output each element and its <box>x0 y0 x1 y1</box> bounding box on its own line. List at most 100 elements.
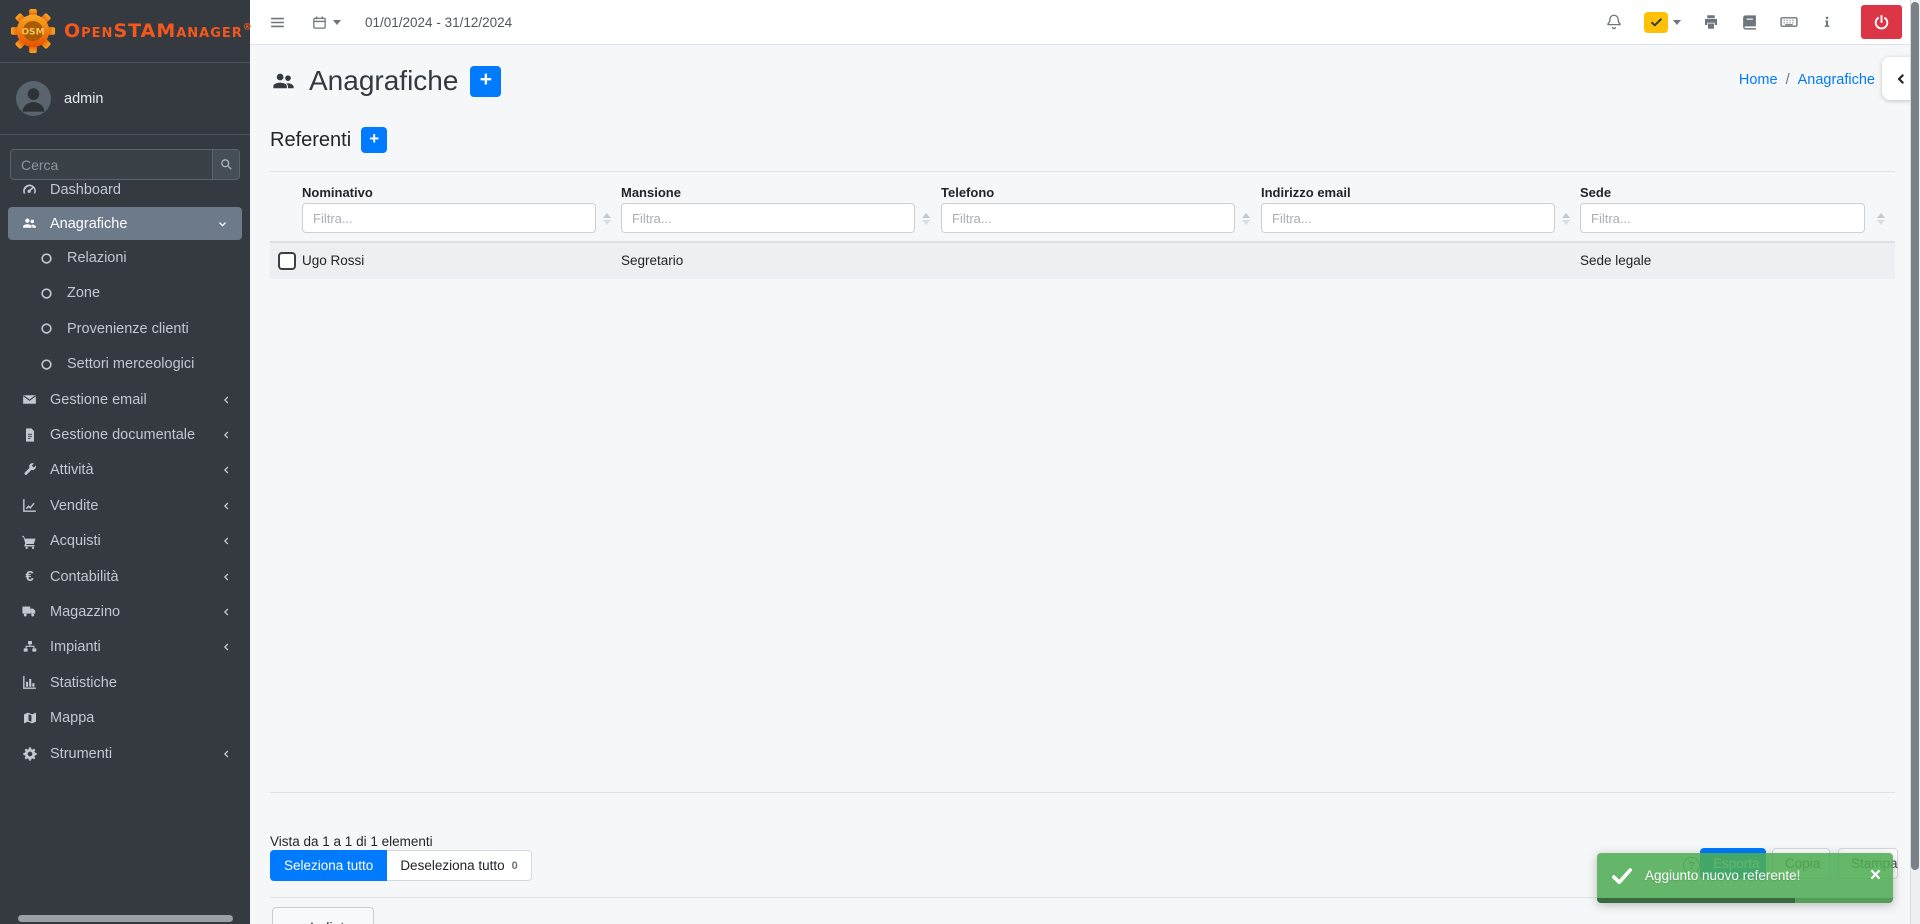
search-icon <box>219 157 234 172</box>
sidebar-item-label: Acquisti <box>50 533 101 550</box>
column-header-label[interactable]: Sede <box>1580 185 1895 200</box>
checkmark-icon <box>1609 863 1635 889</box>
filter-sede-input[interactable] <box>1580 203 1865 233</box>
column-header-label[interactable]: Nominativo <box>302 185 621 200</box>
sidebar-item-gestione-documentale[interactable]: Gestione documentale <box>0 417 250 452</box>
chevron-left-icon <box>217 747 236 760</box>
sidebar-item-label: Gestione email <box>50 391 147 408</box>
sidebar-item-anagrafiche[interactable]: Anagrafiche <box>8 207 242 241</box>
sidebar-item-mappa[interactable]: Mappa <box>0 700 250 735</box>
success-toast: Aggiunto nuovo referente! × <box>1597 853 1893 903</box>
column-header-label[interactable]: Telefono <box>941 185 1260 200</box>
add-referente-button[interactable] <box>361 127 388 153</box>
sidebar-item-vendite[interactable]: Vendite <box>0 488 250 523</box>
sidebar-horizontal-scrollbar-thumb[interactable] <box>18 915 233 922</box>
breadcrumb-current-link[interactable]: Anagrafiche <box>1798 72 1875 88</box>
filter-nominativo-input[interactable] <box>302 203 596 233</box>
print-button[interactable] <box>1702 13 1720 31</box>
calendar-icon <box>311 14 328 31</box>
toast-close-button[interactable]: × <box>1870 866 1881 885</box>
sort-toggle[interactable] <box>1562 213 1570 225</box>
cell-nominativo: Ugo Rossi <box>302 253 365 268</box>
docs-button[interactable] <box>1741 14 1758 31</box>
sidebar-item-acquisti[interactable]: Acquisti <box>0 524 250 559</box>
svg-text:OSM: OSM <box>21 27 44 37</box>
date-range[interactable]: 01/01/2024 - 31/12/2024 <box>365 15 512 30</box>
deselected-count-badge: 0 <box>511 859 518 872</box>
select-all-button[interactable]: Seleziona tutto <box>270 850 388 881</box>
calendar-dropdown-button[interactable] <box>311 14 341 31</box>
users-icon <box>270 68 297 95</box>
user-name[interactable]: admin <box>64 91 104 107</box>
sidebar-item-settori-merceologici[interactable]: Settori merceologici <box>0 347 250 382</box>
sidebar-item-dashboard[interactable]: Dashboard <box>0 172 250 207</box>
sidebar-item-statistiche[interactable]: Statistiche <box>0 665 250 700</box>
chevron-left-icon <box>217 393 236 406</box>
sidebar-item-label: Vendite <box>50 497 99 514</box>
table-row[interactable]: Ugo Rossi Segretario Sede legale <box>270 243 1895 279</box>
toast-message: Aggiunto nuovo referente! <box>1645 868 1801 883</box>
page-scrollbar-track <box>1910 0 1920 924</box>
sidebar-item-gestione-email[interactable]: Gestione email <box>0 382 250 417</box>
toast-progress-track <box>1597 898 1893 903</box>
page-title: Anagrafiche <box>309 65 459 96</box>
column-sede: Sede <box>1580 185 1895 233</box>
column-indirizzo-email: Indirizzo email <box>1261 185 1580 233</box>
book-icon <box>1741 14 1758 31</box>
info-button[interactable] <box>1820 14 1834 30</box>
sort-toggle[interactable] <box>1242 213 1250 225</box>
circle-icon <box>37 286 56 301</box>
sort-toggle[interactable] <box>603 213 611 225</box>
row-checkbox[interactable] <box>278 252 296 270</box>
column-header-label[interactable]: Mansione <box>621 185 940 200</box>
osm-gear-logo-icon: OSM <box>10 8 56 54</box>
caret-down-icon <box>1673 19 1681 25</box>
sidebar-item-provenienze-clienti[interactable]: Provenienze clienti <box>0 311 250 346</box>
bell-icon <box>1605 13 1623 31</box>
bar-chart-icon <box>20 674 39 691</box>
shortcuts-button[interactable] <box>1779 12 1799 32</box>
gauge-icon <box>20 181 39 198</box>
logout-button[interactable] <box>1861 5 1902 39</box>
filter-indirizzo-email-input[interactable] <box>1261 203 1555 233</box>
sidebar-item-label: Zone <box>67 285 101 302</box>
deselect-all-button[interactable]: Deseleziona tutto 0 <box>387 850 532 881</box>
sidebar-item-label: Anagrafiche <box>50 215 128 232</box>
sort-toggle[interactable] <box>922 213 930 225</box>
column-nominativo: Nominativo <box>302 185 621 233</box>
column-header-label[interactable]: Indirizzo email <box>1261 185 1580 200</box>
breadcrumb-home-link[interactable]: Home <box>1739 72 1778 88</box>
chevron-left-icon <box>289 921 302 924</box>
back-button[interactable]: Indietro <box>272 907 374 924</box>
filter-telefono-input[interactable] <box>941 203 1235 233</box>
sidebar-item-impianti[interactable]: Impianti <box>0 630 250 665</box>
page-scrollbar-thumb[interactable] <box>1911 2 1919 870</box>
brand-logo[interactable]: OSM OpenSTAManager® <box>0 0 252 63</box>
circle-icon <box>37 251 56 266</box>
sitemap-icon <box>20 639 39 655</box>
keyboard-icon <box>1779 12 1799 32</box>
sidebar-item-relazioni[interactable]: Relazioni <box>0 240 250 275</box>
notifications-button[interactable] <box>1605 13 1623 31</box>
sidebar-item-magazzino[interactable]: Magazzino <box>0 594 250 629</box>
sidebar-item-label: Magazzino <box>50 603 121 620</box>
caret-down-icon <box>333 19 341 25</box>
gear-icon <box>20 746 39 762</box>
sort-toggle[interactable] <box>1877 213 1885 225</box>
chart-line-icon <box>20 497 39 514</box>
printer-icon <box>1702 13 1720 31</box>
chevron-left-icon <box>217 570 236 583</box>
sidebar-item-attivita[interactable]: Attività <box>0 453 250 488</box>
sidebar-item-strumenti[interactable]: Strumenti <box>0 736 250 771</box>
user-avatar-icon <box>16 81 51 116</box>
sidebar-item-contabilita[interactable]: Contabilità <box>0 559 250 594</box>
sidebar-item-zone[interactable]: Zone <box>0 276 250 311</box>
chevron-left-icon <box>217 464 236 477</box>
check-badge-icon <box>1644 11 1668 33</box>
add-anagrafica-button[interactable] <box>470 65 502 97</box>
sidebar-item-label: Dashboard <box>50 181 121 198</box>
filter-mansione-input[interactable] <box>621 203 915 233</box>
tasks-status-button[interactable] <box>1644 11 1681 33</box>
sidebar-item-label: Strumenti <box>50 745 113 762</box>
sidebar-toggle-button[interactable] <box>268 13 287 32</box>
